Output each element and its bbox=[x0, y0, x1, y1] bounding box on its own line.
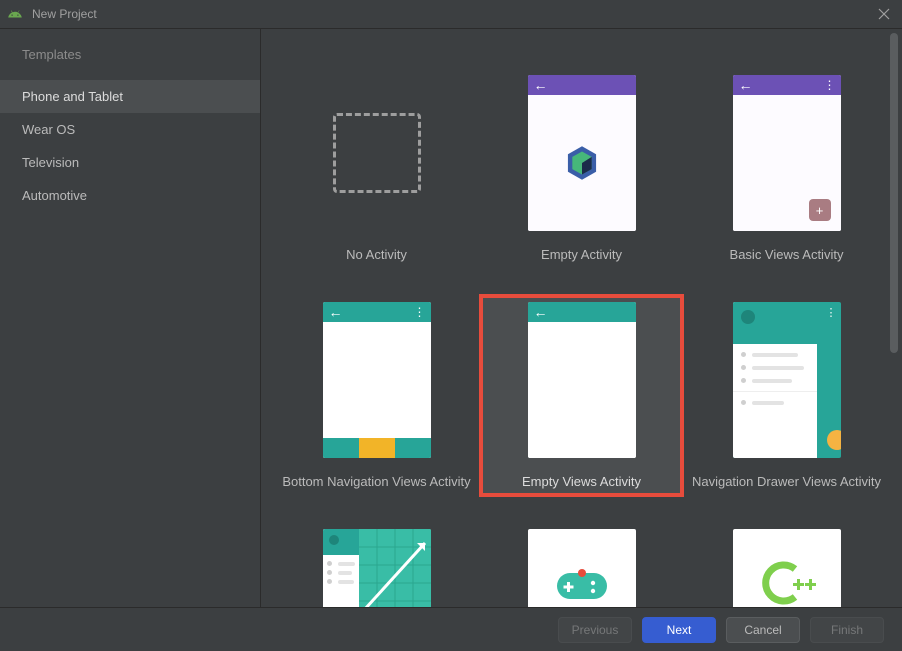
avatar-icon bbox=[741, 310, 755, 324]
dialog-body: Templates Phone and Tablet Wear OS Telev… bbox=[0, 28, 902, 608]
back-arrow-icon: ← bbox=[739, 78, 753, 92]
template-thumbnail bbox=[528, 529, 636, 607]
template-thumbnail: ⋮ bbox=[733, 302, 841, 458]
template-label: Basic Views Activity bbox=[730, 247, 844, 262]
previous-button: Previous bbox=[558, 617, 632, 643]
template-empty-activity[interactable]: ← Empty Activity bbox=[479, 67, 684, 270]
next-button[interactable]: Next bbox=[642, 617, 716, 643]
template-thumbnail: ←⋮ bbox=[323, 302, 431, 458]
close-icon[interactable] bbox=[874, 4, 894, 24]
menu-dots-icon: ⋮ bbox=[824, 78, 835, 92]
template-label: Bottom Navigation Views Activity bbox=[282, 474, 470, 489]
dashed-placeholder-icon bbox=[333, 113, 421, 193]
template-no-activity[interactable]: No Activity bbox=[274, 67, 479, 270]
template-label: Empty Activity bbox=[541, 247, 622, 262]
template-row3-1[interactable] bbox=[274, 521, 479, 607]
sidebar-item-phone-tablet[interactable]: Phone and Tablet bbox=[0, 80, 260, 113]
compose-logo-icon bbox=[560, 141, 604, 185]
template-thumbnail bbox=[733, 529, 841, 607]
back-arrow-icon: ← bbox=[329, 305, 343, 319]
sidebar-item-wear-os[interactable]: Wear OS bbox=[0, 113, 260, 146]
sidebar-item-television[interactable]: Television bbox=[0, 146, 260, 179]
cpp-icon bbox=[757, 559, 817, 607]
template-label: Navigation Drawer Views Activity bbox=[692, 474, 881, 489]
scrollbar-thumb[interactable] bbox=[890, 33, 898, 353]
template-grid-pane: No Activity ← Empty Activity bbox=[260, 29, 902, 607]
finish-button: Finish bbox=[810, 617, 884, 643]
cancel-button[interactable]: Cancel bbox=[726, 617, 800, 643]
menu-dots-icon: ⋮ bbox=[414, 305, 425, 319]
template-thumbnail: ← bbox=[528, 302, 636, 458]
template-row3-3[interactable] bbox=[684, 521, 889, 607]
sidebar-item-automotive[interactable]: Automotive bbox=[0, 179, 260, 212]
back-arrow-icon: ← bbox=[534, 78, 548, 92]
android-studio-icon bbox=[8, 7, 22, 21]
footer: Previous Next Cancel Finish bbox=[0, 608, 902, 651]
sidebar: Templates Phone and Tablet Wear OS Telev… bbox=[0, 29, 260, 607]
titlebar: New Project bbox=[0, 0, 902, 28]
fab-icon: + bbox=[809, 199, 831, 221]
scrollbar[interactable] bbox=[890, 29, 900, 519]
gamepad-icon bbox=[557, 569, 607, 603]
menu-dots-icon: ⋮ bbox=[826, 306, 837, 319]
template-label: No Activity bbox=[346, 247, 407, 262]
template-basic-views-activity[interactable]: ← ⋮ + Basic Views Activity bbox=[684, 67, 889, 270]
back-arrow-icon: ← bbox=[534, 305, 548, 319]
template-thumbnail: ← bbox=[528, 75, 636, 231]
sidebar-header: Templates bbox=[0, 47, 260, 80]
fab-icon bbox=[827, 430, 841, 450]
template-thumbnail bbox=[323, 529, 431, 607]
template-empty-views-activity[interactable]: ← Empty Views Activity bbox=[479, 294, 684, 497]
template-bottom-navigation-views-activity[interactable]: ←⋮ Bottom Navigation Views Activity bbox=[274, 294, 479, 497]
grid-chart-icon bbox=[359, 529, 431, 607]
template-row3-2[interactable] bbox=[479, 521, 684, 607]
window-title: New Project bbox=[32, 7, 97, 21]
template-thumbnail: ← ⋮ + bbox=[733, 75, 841, 231]
template-label: Empty Views Activity bbox=[522, 474, 641, 489]
template-navigation-drawer-views-activity[interactable]: ⋮ Naviga bbox=[684, 294, 889, 497]
